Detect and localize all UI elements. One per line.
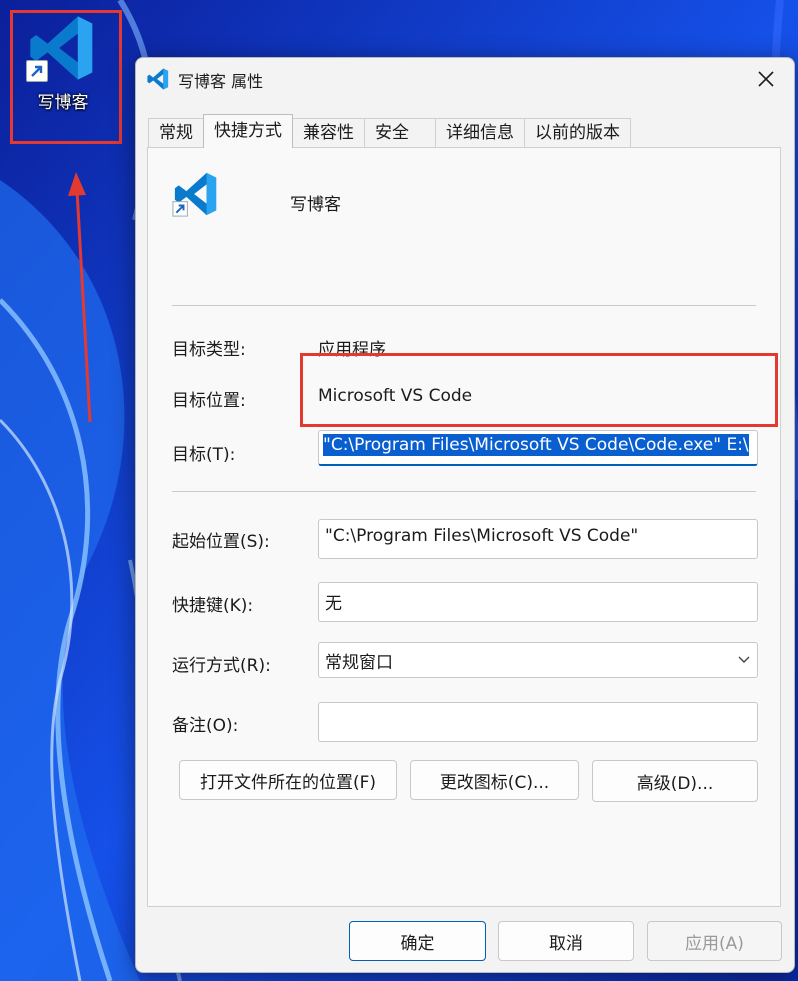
chevron-down-icon [738,656,750,663]
target-label: 目标(T): [172,445,236,465]
divider [172,491,756,492]
vscode-icon [172,172,217,217]
tab-compatibility[interactable]: 兼容性 [292,118,365,148]
ok-button[interactable]: 确定 [349,921,486,961]
properties-dialog: 写博客 属性 常规 快捷方式 兼容性 安全 详细信息 以前的版本 写博客 目标类… [135,57,795,973]
tab-security[interactable]: 安全 [364,118,436,148]
tab-general[interactable]: 常规 [148,118,204,148]
run-select[interactable]: 常规窗口 [318,642,758,678]
open-file-location-button[interactable]: 打开文件所在的位置(F) [179,760,397,800]
close-button[interactable] [738,58,794,100]
target-input-text: "C:\Program Files\Microsoft VS Code\Code… [323,434,749,456]
target-type-value: 应用程序 [318,340,386,360]
app-name: 写博客 [290,195,341,215]
target-location-value: Microsoft VS Code [318,386,473,406]
shortcut-panel: 写博客 目标类型: 应用程序 目标位置: Microsoft VS Code 目… [147,147,781,907]
tab-shortcut[interactable]: 快捷方式 [203,114,293,148]
start-in-label: 起始位置(S): [172,532,270,552]
shortcut-key-input[interactable]: 无 [318,582,758,622]
divider [172,305,756,306]
tab-details[interactable]: 详细信息 [435,118,525,148]
tab-previous-versions[interactable]: 以前的版本 [524,118,631,148]
shortcut-key-label: 快捷键(K): [172,596,254,616]
change-icon-button[interactable]: 更改图标(C)... [410,760,579,800]
tab-strip: 常规 快捷方式 兼容性 安全 详细信息 以前的版本 [148,114,631,148]
cancel-button[interactable]: 取消 [498,921,634,961]
close-icon [758,71,774,87]
target-input[interactable]: "C:\Program Files\Microsoft VS Code\Code… [318,430,758,466]
run-select-value: 常规窗口 [325,652,393,673]
comment-label: 备注(O): [172,716,239,736]
advanced-button[interactable]: 高级(D)... [592,760,758,802]
title-bar[interactable]: 写博客 属性 [136,58,794,100]
comment-input[interactable] [318,702,758,742]
target-type-label: 目标类型: [172,340,246,360]
run-label: 运行方式(R): [172,656,271,676]
dialog-title: 写博客 属性 [178,72,264,91]
apply-button[interactable]: 应用(A) [647,921,782,961]
target-location-label: 目标位置: [172,391,246,411]
vscode-icon [147,68,169,90]
start-in-input[interactable]: "C:\Program Files\Microsoft VS Code" [318,519,758,559]
